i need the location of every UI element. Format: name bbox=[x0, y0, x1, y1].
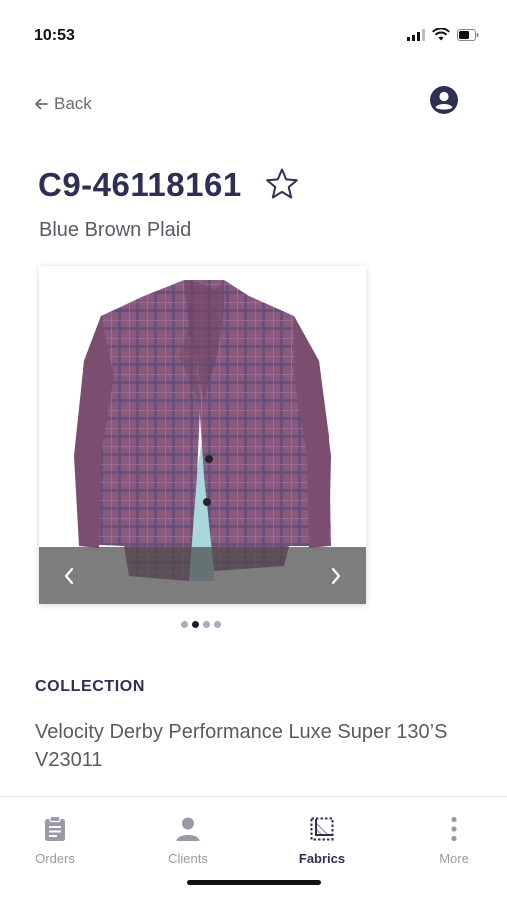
collection-value: Velocity Derby Performance Luxe Super 13… bbox=[35, 721, 448, 771]
pagination-dot[interactable] bbox=[181, 621, 188, 628]
tab-label: More bbox=[439, 851, 469, 866]
tab-fabrics[interactable]: Fabrics bbox=[272, 815, 372, 871]
tab-orders[interactable]: Orders bbox=[5, 815, 105, 871]
back-label: Back bbox=[54, 94, 92, 113]
home-indicator bbox=[187, 880, 321, 885]
fabric-swatch-icon bbox=[308, 815, 336, 843]
star-outline-icon bbox=[266, 168, 298, 199]
cellular-signal-icon bbox=[407, 28, 425, 41]
carousel-nav-bar bbox=[39, 547, 366, 604]
user-circle-icon bbox=[430, 86, 458, 114]
back-button[interactable]: Back bbox=[34, 94, 92, 114]
status-time: 10:53 bbox=[34, 27, 75, 44]
product-code: C9-46118161 bbox=[38, 166, 242, 203]
tab-clients[interactable]: Clients bbox=[138, 815, 238, 871]
pagination-dot[interactable] bbox=[214, 621, 221, 628]
product-image-carousel[interactable] bbox=[39, 266, 366, 604]
person-icon bbox=[174, 815, 202, 843]
tab-label: Fabrics bbox=[298, 851, 346, 866]
carousel-pagination bbox=[181, 621, 221, 628]
pagination-dot-active[interactable] bbox=[192, 621, 199, 628]
chevron-right-icon bbox=[331, 567, 341, 584]
account-button[interactable] bbox=[429, 85, 459, 115]
tab-label: Clients bbox=[168, 851, 208, 866]
collection-label: COLLECTION bbox=[35, 678, 145, 695]
favorite-button[interactable] bbox=[264, 166, 300, 202]
carousel-next-button[interactable] bbox=[306, 547, 366, 604]
wifi-icon bbox=[432, 28, 450, 41]
tab-label: Orders bbox=[35, 851, 75, 866]
status-icons bbox=[407, 28, 479, 41]
chevron-left-icon bbox=[64, 567, 74, 584]
carousel-prev-button[interactable] bbox=[39, 547, 99, 604]
pagination-dot[interactable] bbox=[203, 621, 210, 628]
tab-more[interactable]: More bbox=[404, 815, 504, 871]
arrow-left-icon bbox=[35, 98, 48, 110]
status-bar: 10:53 bbox=[0, 0, 507, 70]
battery-icon bbox=[457, 28, 479, 41]
product-name: Blue Brown Plaid bbox=[39, 219, 192, 241]
more-vertical-icon bbox=[440, 815, 468, 843]
clipboard-icon bbox=[41, 815, 69, 843]
